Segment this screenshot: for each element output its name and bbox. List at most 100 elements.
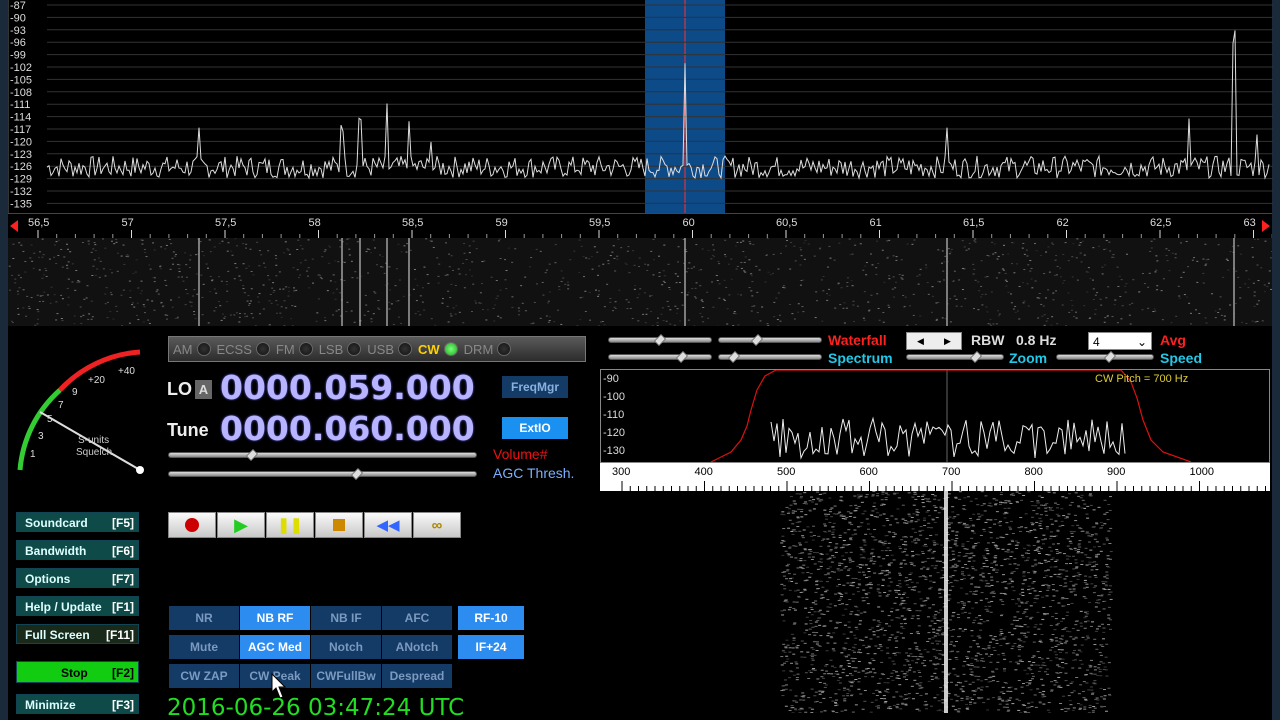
loop-button[interactable]: ∞ bbox=[413, 512, 461, 538]
squelch-label: Squelch bbox=[76, 447, 112, 458]
nb-if-button[interactable]: NB IF bbox=[311, 606, 381, 630]
afc-button[interactable]: AFC bbox=[382, 606, 452, 630]
freq-tick-label: 58 bbox=[309, 217, 321, 229]
zoom-slider[interactable] bbox=[906, 351, 1004, 363]
record-icon bbox=[185, 518, 199, 532]
slider-thumb[interactable] bbox=[351, 468, 363, 480]
record-button[interactable] bbox=[168, 512, 216, 538]
freq-tick-label: 61,5 bbox=[963, 217, 984, 229]
volume-label: Volume# bbox=[493, 446, 548, 462]
mode-usb[interactable]: USB bbox=[367, 342, 412, 357]
audio-frequency-ruler[interactable]: 300 400 500 600 700 800 900 1000 bbox=[600, 463, 1275, 491]
hz-tick-label: 700 bbox=[942, 466, 960, 478]
shortcut-key: [F11] bbox=[105, 628, 134, 642]
spectrum-contrast-slider[interactable] bbox=[608, 351, 712, 363]
rf-spectrum-display[interactable]: -87 -90 -93 -96 -99 -102 -105 -108 -111 -114 -117-… bbox=[8, 0, 1273, 213]
freq-tick-label: 63 bbox=[1244, 217, 1256, 229]
scale-label: 3 bbox=[38, 431, 44, 442]
spectrum-label: Spectrum bbox=[828, 350, 893, 366]
soundcard-button[interactable]: Soundcard [F5] bbox=[16, 512, 139, 532]
despread-button[interactable]: Despread bbox=[382, 664, 452, 688]
help-update-button[interactable]: Help / Update [F1] bbox=[16, 596, 139, 616]
audio-db-tick-label: -110 bbox=[603, 409, 624, 421]
frequency-ruler[interactable]: 56,5 57 57,5 58 58,5 59 59,5 60 60,5 61 61,5 62 62,5… bbox=[8, 213, 1273, 238]
speed-slider[interactable] bbox=[1056, 351, 1154, 363]
avg-label: Avg bbox=[1160, 332, 1186, 348]
pause-button[interactable]: ❚❚ bbox=[266, 512, 314, 538]
stop-playback-button[interactable] bbox=[315, 512, 363, 538]
full-screen-button[interactable]: Full Screen [F11] bbox=[16, 624, 139, 644]
scale-label: 9 bbox=[72, 387, 78, 398]
left-arrow-icon[interactable]: ◀ bbox=[917, 336, 924, 347]
slider-thumb[interactable] bbox=[728, 351, 740, 363]
rf-gain-button[interactable]: RF-10 bbox=[458, 606, 524, 630]
db-tick-label: -120 bbox=[10, 136, 32, 148]
extio-button[interactable]: ExtIO bbox=[502, 417, 568, 439]
button-label: Soundcard bbox=[25, 516, 88, 530]
notch-button[interactable]: Notch bbox=[311, 635, 381, 659]
nb-rf-button[interactable]: NB RF bbox=[240, 606, 310, 630]
avg-select[interactable]: 4 ⌄ bbox=[1088, 332, 1152, 350]
spectrum-brightness-slider[interactable] bbox=[718, 351, 822, 363]
mode-lsb[interactable]: LSB bbox=[319, 342, 362, 357]
rbw-stepper[interactable]: ◀ ▶ bbox=[906, 332, 962, 350]
scroll-right-icon[interactable] bbox=[1262, 220, 1270, 232]
agc-button[interactable]: AGC Med bbox=[240, 635, 310, 659]
button-label: Minimize bbox=[25, 698, 76, 712]
rf-waterfall-display[interactable] bbox=[8, 238, 1272, 326]
stop-button[interactable]: Stop [F2] bbox=[16, 661, 139, 683]
rewind-button[interactable]: ◀◀ bbox=[364, 512, 412, 538]
agc-threshold-slider[interactable] bbox=[168, 468, 477, 480]
minimize-button[interactable]: Minimize [F3] bbox=[16, 694, 139, 714]
slider-thumb[interactable] bbox=[246, 449, 258, 461]
db-tick-label: -96 bbox=[10, 37, 26, 49]
play-button[interactable]: ▶ bbox=[217, 512, 265, 538]
cw-zap-button[interactable]: CW ZAP bbox=[169, 664, 239, 688]
left-window-edge bbox=[0, 0, 8, 720]
waterfall-contrast-slider[interactable] bbox=[608, 334, 712, 346]
shortcut-key: [F5] bbox=[112, 516, 134, 530]
cw-pitch-label: CW Pitch = 700 Hz bbox=[1095, 373, 1188, 385]
freqmgr-button[interactable]: FreqMgr bbox=[502, 376, 568, 398]
audio-spectrum-display[interactable]: -90 -100 -110 -120 -130 CW Pitch = 700 Hz bbox=[600, 369, 1270, 463]
right-arrow-icon[interactable]: ▶ bbox=[944, 336, 951, 347]
audio-db-tick-label: -100 bbox=[603, 391, 625, 403]
mode-drm[interactable]: DRM bbox=[464, 342, 512, 357]
anotch-button[interactable]: ANotch bbox=[382, 635, 452, 659]
lo-label: LO bbox=[167, 379, 192, 399]
volume-slider[interactable] bbox=[168, 449, 477, 461]
agc-threshold-label: AGC Thresh. bbox=[493, 465, 575, 481]
mode-am[interactable]: AM bbox=[173, 342, 211, 357]
nr-button[interactable]: NR bbox=[169, 606, 239, 630]
slider-thumb[interactable] bbox=[751, 334, 763, 346]
waterfall-brightness-slider[interactable] bbox=[718, 334, 822, 346]
squelch-handle[interactable] bbox=[136, 466, 144, 474]
mode-fm[interactable]: FM bbox=[276, 342, 313, 357]
scroll-left-icon[interactable] bbox=[10, 220, 18, 232]
mute-button[interactable]: Mute bbox=[169, 635, 239, 659]
db-tick-label: -102 bbox=[10, 62, 32, 74]
slider-thumb[interactable] bbox=[654, 334, 666, 346]
lo-frequency-display[interactable]: 0000.059.000 bbox=[220, 368, 475, 407]
s-meter[interactable]: 1 3 5 7 9 +20 +40 S-units Squelch bbox=[10, 340, 160, 480]
audio-waterfall-display[interactable] bbox=[600, 491, 1270, 713]
slider-thumb[interactable] bbox=[1104, 351, 1116, 363]
audio-spectrum-trace bbox=[770, 416, 1126, 460]
slider-thumb[interactable] bbox=[970, 351, 982, 363]
hz-tick-label: 500 bbox=[777, 466, 795, 478]
options-button[interactable]: Options [F7] bbox=[16, 568, 139, 588]
db-tick-label: -114 bbox=[10, 112, 31, 124]
freq-tick-label: 59,5 bbox=[589, 217, 610, 229]
db-tick-label: -135 bbox=[10, 198, 32, 210]
slider-thumb[interactable] bbox=[676, 351, 688, 363]
cw-fullbw-button[interactable]: CWFullBw bbox=[311, 664, 381, 688]
tune-frequency-display[interactable]: 0000.060.000 bbox=[220, 409, 475, 448]
mode-cw[interactable]: CW bbox=[418, 342, 458, 357]
mode-ecss[interactable]: ECSS bbox=[217, 342, 270, 357]
if-gain-button[interactable]: IF+24 bbox=[458, 635, 524, 659]
shortcut-key: [F6] bbox=[112, 544, 134, 558]
shortcut-key: [F3] bbox=[112, 698, 134, 712]
bandwidth-button[interactable]: Bandwidth [F6] bbox=[16, 540, 139, 560]
lo-memory-badge[interactable]: A bbox=[195, 380, 212, 399]
scale-label: 7 bbox=[58, 400, 64, 411]
